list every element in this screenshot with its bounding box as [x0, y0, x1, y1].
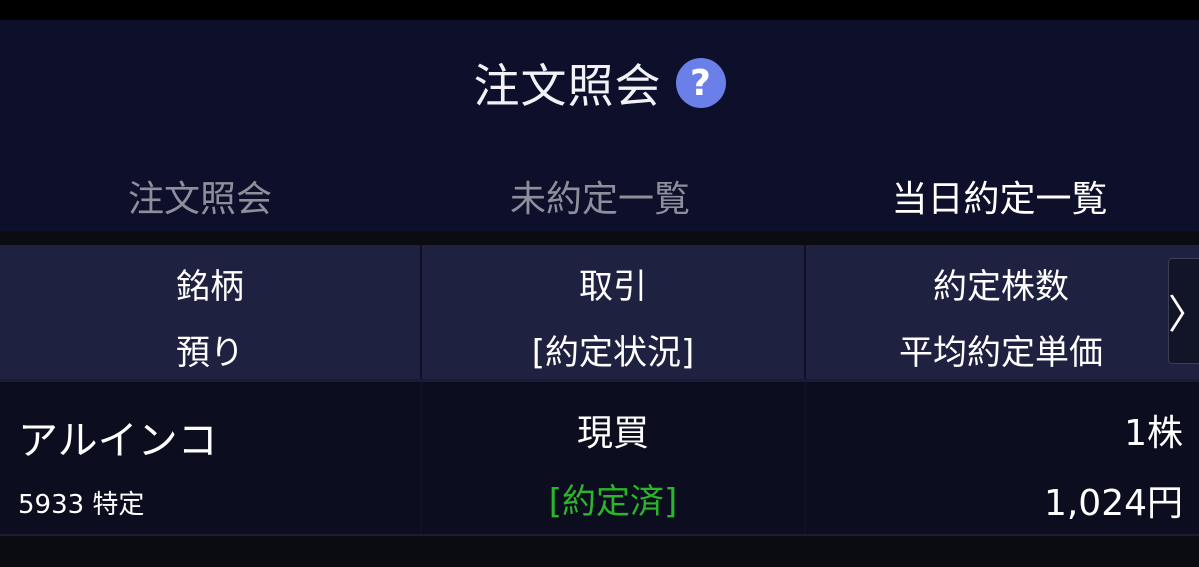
page-title: 注文照会 [473, 59, 662, 113]
stock-code-account: 5933 特定 [18, 490, 145, 520]
title-row: 注文照会 ? [0, 48, 1199, 118]
tab-label: 当日約定一覧 [891, 179, 1108, 220]
order-status: [約定済] [548, 482, 678, 522]
column-header-stock: 銘柄 預り [0, 245, 420, 379]
tab-label: 未約定一覧 [509, 179, 690, 220]
column-header-line2: 平均約定単価 [899, 333, 1103, 373]
column-header-line2: 預り [176, 333, 244, 373]
header: 注文照会 ? 注文照会 未約定一覧 当日約定一覧 [0, 20, 1199, 251]
order-inquiry-screen: 注文照会 ? 注文照会 未約定一覧 当日約定一覧 銘柄 預り 取引 [約定状況] [0, 0, 1199, 567]
column-header-line1: 銘柄 [176, 267, 244, 307]
table-row[interactable]: アルインコ 5933 特定 現買 [約定済] 1株 1,024円 [0, 382, 1199, 534]
stock-name: アルインコ [18, 418, 218, 464]
column-header-line1: 取引 [579, 267, 647, 307]
trade-type: 現買 [576, 413, 649, 454]
column-header-line1: 約定株数 [933, 267, 1069, 307]
status-bar [0, 0, 1199, 20]
cell-shares-price: 1株 1,024円 [806, 382, 1199, 534]
cell-stock: アルインコ 5933 特定 [0, 382, 420, 534]
scroll-right-button[interactable]: 〉 [1168, 258, 1199, 364]
section-gap [0, 231, 1199, 245]
tab-label: 注文照会 [127, 179, 272, 220]
filled-shares: 1株 [1124, 413, 1183, 454]
table-header: 銘柄 預り 取引 [約定状況] 約定株数 平均約定単価 [0, 245, 1199, 379]
average-price: 1,024円 [1043, 483, 1183, 524]
column-header-shares-price: 約定株数 平均約定単価 [806, 245, 1196, 379]
cell-trade: 現買 [約定済] [422, 382, 804, 534]
column-header-trade: 取引 [約定状況] [422, 245, 804, 379]
chevron-right-icon: 〉 [1168, 282, 1199, 340]
column-header-line2: [約定状況] [531, 333, 695, 373]
question-circle-icon[interactable]: ? [675, 58, 726, 108]
row-divider [0, 534, 1199, 536]
